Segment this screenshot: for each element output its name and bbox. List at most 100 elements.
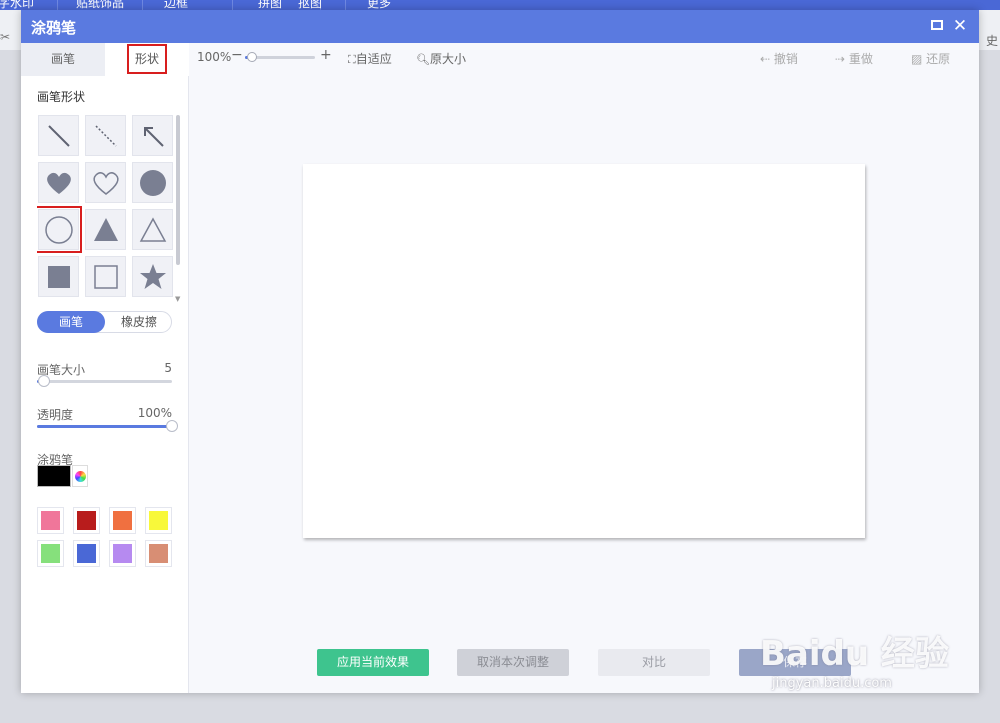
zoom-slider-thumb[interactable] bbox=[247, 52, 257, 62]
bg-menu-separator bbox=[142, 0, 143, 10]
shape-square-outline[interactable] bbox=[85, 256, 126, 297]
close-icon: ✕ bbox=[952, 16, 968, 36]
shape-square-filled[interactable] bbox=[38, 256, 79, 297]
background-menubar: 字水印 贴纸饰品 边框 拼图 抠图 更多 bbox=[0, 0, 1000, 10]
shape-heart-filled[interactable] bbox=[38, 162, 79, 203]
color-swatch[interactable] bbox=[37, 507, 64, 534]
shape-line[interactable] bbox=[38, 115, 79, 156]
star-filled-icon bbox=[140, 264, 166, 289]
fit-label: 自适应 bbox=[355, 52, 392, 66]
opacity-slider[interactable] bbox=[37, 420, 178, 432]
heart-filled-icon bbox=[47, 172, 71, 194]
opacity-value: 100% bbox=[137, 406, 172, 420]
brush-size-control: 画笔大小 5 bbox=[37, 361, 172, 391]
color-swatch[interactable] bbox=[73, 507, 100, 534]
color-swatch[interactable] bbox=[145, 507, 172, 534]
zoom-in-button[interactable]: + bbox=[320, 47, 332, 63]
maximize-icon bbox=[931, 20, 943, 30]
cancel-adjust-button[interactable]: 取消本次调整 bbox=[457, 649, 569, 676]
color-swatch-fill bbox=[77, 544, 96, 563]
undo-label: 撤销 bbox=[773, 52, 798, 66]
mode-toggle: 画笔 橡皮擦 bbox=[37, 311, 172, 333]
shape-section-label: 画笔形状 bbox=[37, 90, 86, 104]
bg-menu-more[interactable]: 更多 bbox=[367, 0, 391, 10]
tab-pen[interactable]: 画笔 bbox=[21, 43, 105, 76]
opacity-label: 透明度 bbox=[37, 408, 74, 422]
triangle-outline-icon bbox=[139, 217, 167, 242]
original-size-label: 原大小 bbox=[429, 52, 466, 66]
zoom-out-button[interactable]: − bbox=[231, 47, 243, 63]
brush-size-slider[interactable] bbox=[37, 375, 172, 387]
dialog-title: 涂鸦笔 bbox=[31, 19, 77, 37]
bg-history-label[interactable]: 史 bbox=[986, 32, 998, 49]
shape-triangle-outline[interactable] bbox=[132, 209, 173, 250]
canvas-toolbar: 100% − + ⛶自适应 🔍︎原大小 ⇠ 撤销 ⇢ 重做 ▨ 还原 bbox=[190, 43, 979, 73]
color-wheel-icon bbox=[75, 471, 86, 482]
bg-menu-stickers[interactable]: 贴纸饰品 bbox=[76, 0, 124, 10]
maximize-button[interactable] bbox=[926, 15, 948, 37]
shape-triangle-filled[interactable] bbox=[85, 209, 126, 250]
color-swatch-fill bbox=[77, 511, 96, 530]
shape-star-filled[interactable] bbox=[132, 256, 173, 297]
watermark: Baidu 经验 jingyan.baidu.com bbox=[740, 618, 980, 698]
shape-circle-outline[interactable] bbox=[37, 206, 82, 253]
line-icon bbox=[48, 125, 70, 147]
current-color-swatch[interactable] bbox=[37, 465, 71, 487]
square-outline-icon bbox=[94, 265, 118, 289]
mode-pen-label: 画笔 bbox=[58, 315, 83, 329]
apply-button[interactable]: 应用当前效果 bbox=[317, 649, 429, 676]
restore-button[interactable]: ▨ 还原 bbox=[911, 50, 950, 67]
color-picker-button[interactable] bbox=[72, 465, 88, 487]
doodle-dialog: 涂鸦笔 ✕ 画笔 形状 画笔形状 ▼ 画笔 橡皮擦 画笔大小 5 透明度 100… bbox=[21, 10, 979, 693]
color-swatch[interactable] bbox=[37, 540, 64, 567]
bg-menu-border[interactable]: 边框 bbox=[164, 0, 188, 10]
drawing-canvas[interactable] bbox=[303, 164, 865, 538]
color-swatch[interactable] bbox=[109, 507, 136, 534]
color-swatch[interactable] bbox=[109, 540, 136, 567]
watermark-logo: Baidu 经验 bbox=[760, 634, 949, 674]
magnifier-icon: 🔍︎ bbox=[416, 53, 430, 66]
close-button[interactable]: ✕ bbox=[949, 15, 971, 37]
shape-heart-outline[interactable] bbox=[85, 162, 126, 203]
arrow-icon bbox=[144, 127, 164, 147]
color-swatch[interactable] bbox=[73, 540, 100, 567]
color-swatch-fill bbox=[113, 544, 132, 563]
bg-menu-separator bbox=[232, 0, 233, 10]
redo-arrow-icon: ⇢ bbox=[835, 52, 849, 66]
scissors-icon[interactable]: ✂ bbox=[0, 30, 10, 44]
opacity-slider-thumb[interactable] bbox=[166, 420, 178, 432]
scroll-down-icon[interactable]: ▼ bbox=[175, 295, 180, 303]
fit-button[interactable]: ⛶自适应 bbox=[348, 50, 392, 67]
redo-button[interactable]: ⇢ 重做 bbox=[835, 50, 873, 67]
tab-shape[interactable]: 形状 bbox=[105, 43, 189, 76]
opacity-slider-fill bbox=[37, 425, 172, 428]
redo-label: 重做 bbox=[848, 52, 873, 66]
tool-panel: 画笔 形状 画笔形状 ▼ 画笔 橡皮擦 画笔大小 5 透明度 100% 涂鸦笔 bbox=[21, 43, 189, 693]
tab-pen-label: 画笔 bbox=[50, 52, 75, 66]
compare-button[interactable]: 对比 bbox=[598, 649, 710, 676]
color-swatch-fill bbox=[41, 511, 60, 530]
circle-filled-icon bbox=[140, 170, 166, 196]
dashed-line-icon bbox=[95, 125, 117, 147]
brush-size-value: 5 bbox=[164, 361, 172, 375]
bg-menu-collage[interactable]: 拼图 bbox=[258, 0, 282, 10]
brush-size-slider-thumb[interactable] bbox=[37, 375, 50, 387]
panel-tabs: 画笔 形状 bbox=[21, 43, 189, 76]
shape-grid-scrollbar[interactable] bbox=[176, 115, 180, 265]
bg-menu-cutout[interactable]: 抠图 bbox=[298, 0, 322, 10]
mode-eraser-button[interactable]: 橡皮擦 bbox=[106, 311, 172, 333]
bg-menu-watermark[interactable]: 字水印 bbox=[0, 0, 34, 10]
zoom-slider[interactable] bbox=[245, 52, 315, 62]
shape-circle-filled[interactable] bbox=[132, 162, 173, 203]
heart-outline-icon bbox=[93, 172, 119, 195]
image-icon: ▨ bbox=[911, 52, 927, 66]
original-size-button[interactable]: 🔍︎原大小 bbox=[416, 50, 466, 67]
undo-button[interactable]: ⇠ 撤销 bbox=[760, 50, 798, 67]
opacity-control: 透明度 100% bbox=[37, 406, 178, 436]
dialog-titlebar: 涂鸦笔 ✕ bbox=[21, 10, 979, 43]
color-swatch[interactable] bbox=[145, 540, 172, 567]
shape-dashed-line[interactable] bbox=[85, 115, 126, 156]
tab-shape-label: 形状 bbox=[126, 44, 167, 74]
shape-arrow[interactable] bbox=[132, 115, 173, 156]
mode-pen-button[interactable]: 画笔 bbox=[37, 311, 105, 333]
